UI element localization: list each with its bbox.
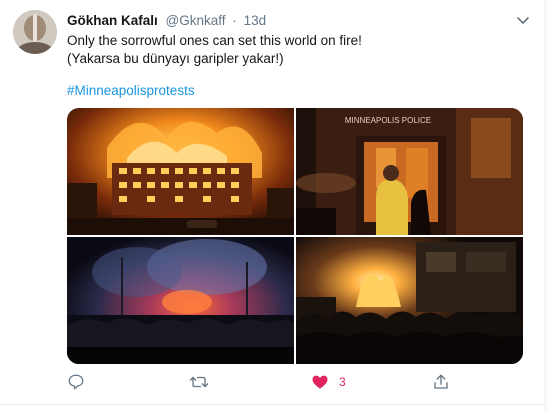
like-count: 3 bbox=[339, 375, 346, 389]
photo-crowd-smoke[interactable] bbox=[67, 237, 294, 364]
retweet-button[interactable] bbox=[189, 372, 209, 392]
share-icon bbox=[434, 374, 448, 389]
tweet-text-line: (Yakarsa bu dünyayı garipler yakar!) bbox=[67, 51, 284, 66]
tweet-header: Gökhan Kafalı @Gknkaff · 13d bbox=[67, 12, 266, 30]
tweet-actions: 3 bbox=[67, 372, 467, 392]
separator-dot: · bbox=[232, 13, 237, 28]
avatar[interactable] bbox=[13, 10, 57, 54]
retweet-icon bbox=[189, 376, 209, 388]
share-button[interactable] bbox=[432, 372, 450, 392]
photo-burning-building[interactable] bbox=[67, 108, 294, 235]
reply-bubble-icon bbox=[68, 374, 84, 390]
photo-crowd-fire[interactable] bbox=[296, 237, 523, 364]
like-button[interactable]: 3 bbox=[311, 372, 346, 392]
police-sign-text: MINNEAPOLIS POLICE bbox=[345, 116, 431, 125]
heart-icon bbox=[312, 375, 328, 389]
tweet-text: Only the sorrowful ones can set this wor… bbox=[67, 32, 527, 68]
media-grid: MINNEAPOLIS POLICE bbox=[67, 108, 523, 364]
avatar-image bbox=[13, 10, 57, 54]
hashtag-link[interactable]: #Minneapolisprotests bbox=[67, 82, 195, 100]
reply-button[interactable] bbox=[67, 372, 85, 392]
user-handle[interactable]: @Gknkaff bbox=[166, 13, 226, 28]
photo-police-station[interactable]: MINNEAPOLIS POLICE bbox=[296, 108, 523, 235]
timestamp[interactable]: 13d bbox=[244, 13, 267, 28]
tweet-divider bbox=[0, 404, 547, 405]
tweet-card[interactable]: Gökhan Kafalı @Gknkaff · 13d Only the so… bbox=[0, 0, 547, 411]
chevron-down-icon[interactable] bbox=[515, 12, 531, 28]
tweet-text-line: Only the sorrowful ones can set this wor… bbox=[67, 33, 362, 48]
display-name[interactable]: Gökhan Kafalı bbox=[67, 13, 158, 28]
